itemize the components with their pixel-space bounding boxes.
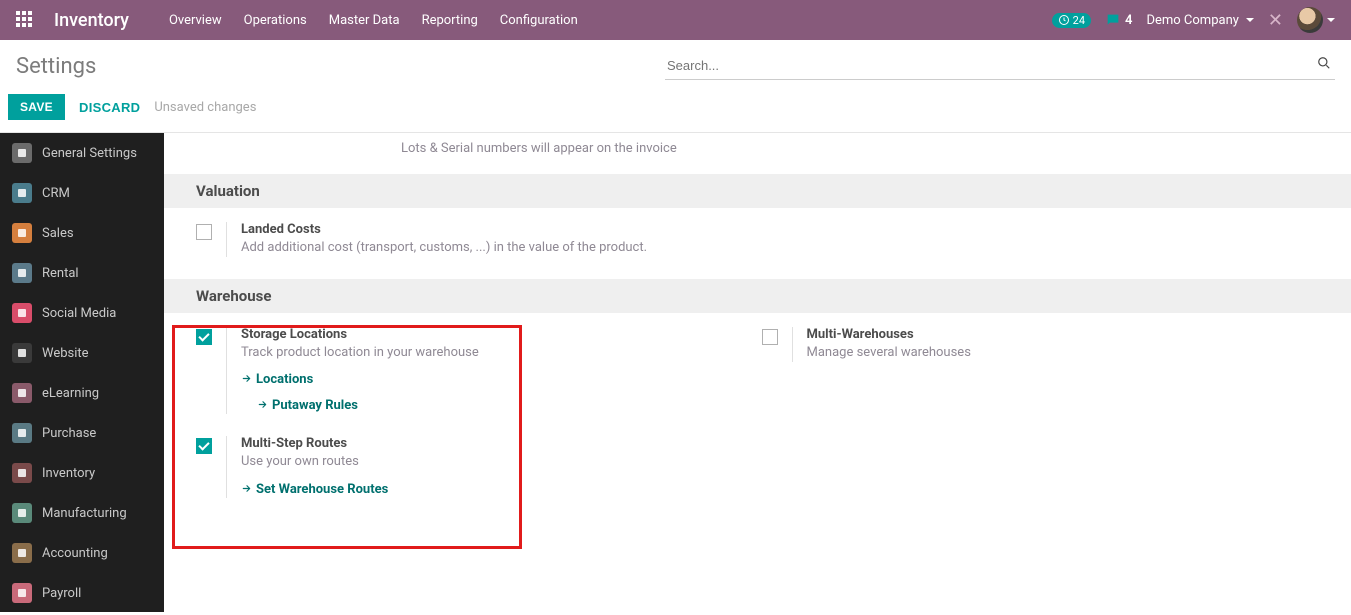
- control-bar: Settings: [0, 40, 1351, 86]
- sidebar-item-sales[interactable]: Sales: [0, 213, 164, 253]
- setting-storage-locations: Storage Locations Track product location…: [196, 327, 762, 414]
- landed-costs-desc: Add additional cost (transport, customs,…: [241, 239, 722, 257]
- multi-wh-title: Multi-Warehouses: [807, 327, 1288, 342]
- page-title: Settings: [16, 54, 96, 79]
- arrow-right-icon: [257, 399, 268, 414]
- chat-icon: [1105, 12, 1121, 28]
- settings-sidebar[interactable]: General Settings CRM Sales Rental Social Med…: [0, 133, 164, 612]
- setting-multi-step-routes: Multi-Step Routes Use your own routes Se…: [196, 436, 762, 497]
- sidebar-item-label: Inventory: [42, 466, 95, 481]
- valuation-row: Landed Costs Add additional cost (transp…: [164, 222, 1351, 279]
- top-navbar: Inventory Overview Operations Master Dat…: [0, 0, 1351, 40]
- arrow-right-icon: [241, 483, 252, 498]
- company-dropdown[interactable]: Demo Company: [1146, 13, 1253, 28]
- sidebar-item-label: Social Media: [42, 306, 116, 321]
- sidebar-item-label: Purchase: [42, 426, 96, 441]
- search-input[interactable]: [665, 52, 1335, 80]
- sidebar-item-accounting[interactable]: Accounting: [0, 533, 164, 573]
- module-icon: [12, 383, 32, 403]
- user-menu[interactable]: [1297, 7, 1335, 33]
- sidebar-item-general-settings[interactable]: General Settings: [0, 133, 164, 173]
- nav-configuration[interactable]: Configuration: [500, 13, 578, 28]
- sidebar-item-label: Manufacturing: [42, 506, 127, 521]
- setting-landed-costs: Landed Costs Add additional cost (transp…: [196, 222, 762, 257]
- module-icon: [12, 303, 32, 323]
- msr-title: Multi-Step Routes: [241, 436, 722, 451]
- module-icon: [12, 423, 32, 443]
- module-icon: [12, 583, 32, 603]
- module-icon: [12, 143, 32, 163]
- sidebar-item-manufacturing[interactable]: Manufacturing: [0, 493, 164, 533]
- action-bar: SAVE DISCARD Unsaved changes: [0, 86, 1351, 133]
- chat-count: 4: [1125, 13, 1132, 28]
- clock-icon: [1058, 14, 1070, 26]
- main: General Settings CRM Sales Rental Social Med…: [0, 133, 1351, 612]
- nav-operations[interactable]: Operations: [244, 13, 307, 28]
- sidebar-item-label: CRM: [42, 186, 70, 201]
- activity-count: 24: [1073, 14, 1085, 27]
- discard-button[interactable]: DISCARD: [79, 100, 140, 115]
- search-wrap: [665, 52, 1335, 80]
- save-button[interactable]: SAVE: [8, 94, 65, 120]
- locations-link[interactable]: Locations: [241, 372, 722, 388]
- sidebar-item-social-media[interactable]: Social Media: [0, 293, 164, 333]
- multi-wh-desc: Manage several warehouses: [807, 344, 1288, 362]
- warehouse-row-2: Multi-Step Routes Use your own routes Se…: [164, 436, 1351, 519]
- checkbox-multi-warehouses[interactable]: [762, 329, 778, 345]
- nav-overview[interactable]: Overview: [169, 13, 222, 28]
- sidebar-item-website[interactable]: Website: [0, 333, 164, 373]
- module-icon: [12, 343, 32, 363]
- module-icon: [12, 503, 32, 523]
- checkbox-multi-step-routes[interactable]: [196, 438, 212, 454]
- apps-icon[interactable]: [16, 11, 34, 29]
- sidebar-item-label: General Settings: [42, 146, 137, 161]
- checkbox-landed-costs[interactable]: [196, 224, 212, 240]
- avatar: [1297, 7, 1323, 33]
- sidebar-item-elearning[interactable]: eLearning: [0, 373, 164, 413]
- navbar-brand[interactable]: Inventory: [54, 10, 129, 31]
- setting-multi-warehouses: Multi-Warehouses Manage several warehous…: [762, 327, 1328, 414]
- activity-badge[interactable]: 24: [1052, 13, 1091, 28]
- chat-badge[interactable]: 4: [1105, 12, 1132, 28]
- sidebar-item-label: Sales: [42, 226, 74, 241]
- company-name: Demo Company: [1146, 13, 1238, 28]
- module-icon: [12, 183, 32, 203]
- arrow-right-icon: [241, 373, 252, 388]
- checkbox-storage-locations[interactable]: [196, 329, 212, 345]
- sidebar-item-label: Payroll: [42, 586, 81, 601]
- sidebar-item-label: eLearning: [42, 386, 99, 401]
- sidebar-item-inventory[interactable]: Inventory: [0, 453, 164, 493]
- warehouse-row-1: Storage Locations Track product location…: [164, 327, 1351, 436]
- close-icon[interactable]: ✕: [1268, 10, 1283, 31]
- module-icon: [12, 223, 32, 243]
- module-icon: [12, 263, 32, 283]
- putaway-rules-link[interactable]: Putaway Rules: [257, 398, 722, 414]
- sidebar-item-purchase[interactable]: Purchase: [0, 413, 164, 453]
- search-icon[interactable]: [1317, 56, 1331, 74]
- sidebar-item-rental[interactable]: Rental: [0, 253, 164, 293]
- module-icon: [12, 463, 32, 483]
- caret-down-icon: [1327, 18, 1335, 22]
- sidebar-item-crm[interactable]: CRM: [0, 173, 164, 213]
- set-routes-link[interactable]: Set Warehouse Routes: [241, 482, 722, 498]
- sidebar-item-label: Website: [42, 346, 89, 361]
- sidebar-item-payroll[interactable]: Payroll: [0, 573, 164, 612]
- section-warehouse: Warehouse: [164, 279, 1351, 313]
- sidebar-item-label: Accounting: [42, 546, 108, 561]
- landed-costs-title: Landed Costs: [241, 222, 722, 237]
- lots-serial-note: Lots & Serial numbers will appear on the…: [164, 133, 1351, 174]
- nav-right: 24 4 Demo Company ✕: [1052, 7, 1335, 33]
- sidebar-item-label: Rental: [42, 266, 79, 281]
- module-icon: [12, 543, 32, 563]
- storage-desc: Track product location in your warehouse: [241, 344, 722, 362]
- content-area[interactable]: Lots & Serial numbers will appear on the…: [164, 133, 1351, 612]
- unsaved-label: Unsaved changes: [154, 100, 256, 115]
- nav-master-data[interactable]: Master Data: [329, 13, 400, 28]
- storage-title: Storage Locations: [241, 327, 722, 342]
- nav-menu: Overview Operations Master Data Reportin…: [169, 13, 1052, 28]
- nav-reporting[interactable]: Reporting: [422, 13, 478, 28]
- caret-down-icon: [1246, 18, 1254, 22]
- section-valuation: Valuation: [164, 174, 1351, 208]
- msr-desc: Use your own routes: [241, 453, 722, 471]
